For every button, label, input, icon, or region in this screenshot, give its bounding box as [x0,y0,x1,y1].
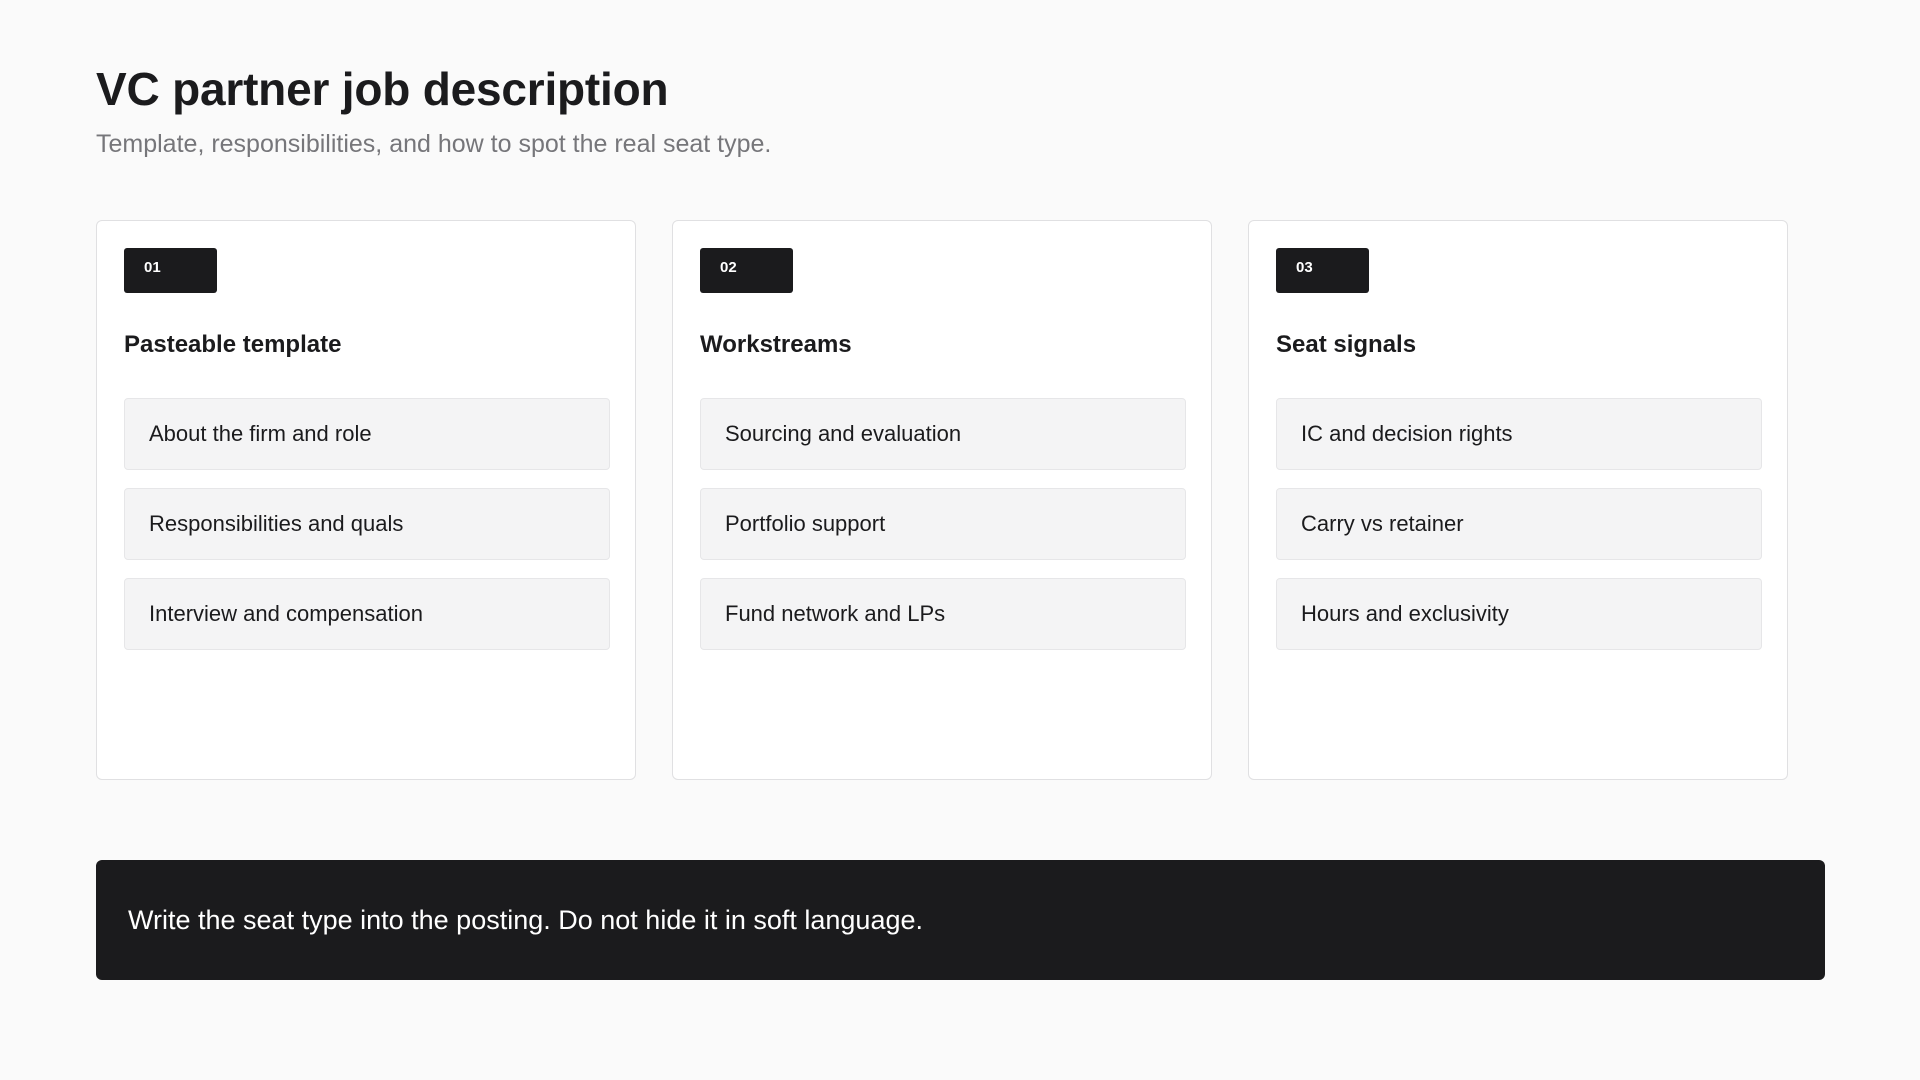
slide-page: VC partner job description Template, res… [0,0,1920,1080]
card-number-badge: 03 [1276,248,1369,293]
list-item: Interview and compensation [124,578,610,650]
card-row: 01 Pasteable template About the firm and… [96,220,1788,780]
list-item: Portfolio support [700,488,1186,560]
callout-banner: Write the seat type into the posting. Do… [96,860,1825,980]
list-item: Responsibilities and quals [124,488,610,560]
list-item: Fund network and LPs [700,578,1186,650]
card-title: Seat signals [1276,331,1417,358]
page-title: VC partner job description [96,63,669,115]
card-number-badge: 02 [700,248,793,293]
card-workstreams: 02 Workstreams Sourcing and evaluation P… [672,220,1212,780]
card-item-list: About the firm and role Responsibilities… [124,398,610,650]
list-item: Carry vs retainer [1276,488,1762,560]
card-item-list: IC and decision rights Carry vs retainer… [1276,398,1762,650]
list-item: IC and decision rights [1276,398,1762,470]
page-subtitle: Template, responsibilities, and how to s… [96,130,772,158]
list-item: Hours and exclusivity [1276,578,1762,650]
list-item: About the firm and role [124,398,610,470]
card-seat-signals: 03 Seat signals IC and decision rights C… [1248,220,1788,780]
list-item: Sourcing and evaluation [700,398,1186,470]
card-title: Pasteable template [124,331,342,358]
card-title: Workstreams [700,331,852,358]
callout-text: Write the seat type into the posting. Do… [128,904,923,935]
card-number-badge: 01 [124,248,217,293]
card-pasteable-template: 01 Pasteable template About the firm and… [96,220,636,780]
card-item-list: Sourcing and evaluation Portfolio suppor… [700,398,1186,650]
